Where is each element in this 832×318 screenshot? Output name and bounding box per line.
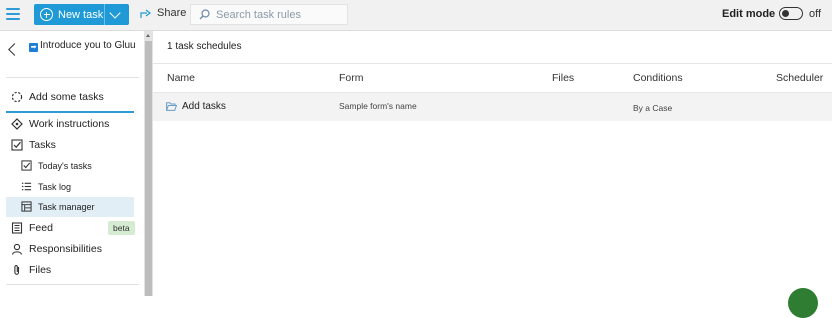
intro-label: Introduce you to Gluu [40, 40, 136, 51]
sidebar-item-add-some-tasks[interactable]: Add some tasks [11, 91, 104, 103]
sidebar-item-label: Add some tasks [29, 91, 104, 103]
sidebar-item-files[interactable]: Files [11, 264, 51, 276]
sidebar-item-label: Work instructions [29, 118, 110, 130]
sidebar-item-label: Tasks [29, 139, 56, 151]
search-input[interactable]: Search task rules [190, 4, 348, 25]
scrollbar-thumb[interactable] [145, 41, 152, 296]
new-task-label: New task [58, 8, 104, 21]
beta-badge: beta [108, 221, 135, 235]
sidebar-item-label: Feed [29, 222, 53, 234]
column-header-files[interactable]: Files [552, 72, 574, 84]
edit-mode-label: Edit mode [722, 8, 776, 20]
sidebar-item-responsibilities[interactable]: Responsibilities [11, 243, 102, 255]
edit-mode-toggle[interactable] [779, 7, 803, 20]
chevron-down-icon[interactable] [109, 7, 121, 19]
divider [6, 77, 139, 78]
share-icon [140, 9, 151, 18]
scroll-up-arrow-icon[interactable] [146, 34, 150, 37]
sidebar-item-tasks[interactable]: Tasks [11, 139, 56, 151]
hamburger-menu-icon[interactable] [6, 8, 20, 20]
person-icon [11, 243, 23, 255]
top-bar: New task Share Search task rules Edit mo… [0, 0, 832, 31]
sidebar-item-work-instructions[interactable]: Work instructions [11, 118, 109, 130]
cell-form: Sample form's name [339, 101, 417, 111]
row-name: Add tasks [182, 101, 226, 112]
paperclip-icon [14, 265, 20, 275]
toggle-knob [782, 9, 789, 17]
share-label: Share [157, 7, 187, 19]
cell-conditions: By a Case [633, 103, 673, 113]
sidebar-item-label: Responsibilities [29, 243, 102, 255]
checkbox-icon [11, 139, 23, 151]
column-header-conditions[interactable]: Conditions [633, 72, 683, 84]
table-row[interactable]: Add tasks Sample form's name By a Case [153, 93, 832, 121]
feed-icon [11, 222, 23, 234]
search-icon [199, 9, 210, 20]
sidebar-item-feed[interactable]: Feed [11, 222, 53, 234]
checkbox-icon [21, 160, 32, 171]
sidebar-item-label: Today's tasks [38, 160, 92, 171]
column-header-scheduler[interactable]: Scheduler [776, 72, 823, 84]
divider [6, 284, 139, 285]
column-header-name[interactable]: Name [167, 72, 195, 84]
sidebar: ➡ Introduce you to Gluu Add some tasks Wo… [0, 31, 144, 296]
list-icon [21, 182, 32, 191]
sidebar-item-todays-tasks[interactable]: Today's tasks [21, 160, 92, 171]
sidebar-item-task-log[interactable]: Task log [21, 181, 71, 192]
new-task-button[interactable]: New task [34, 4, 129, 25]
main-content: 1 task schedules Name Form Files Conditi… [153, 31, 832, 296]
edit-mode-state: off [809, 8, 822, 20]
back-chevron-icon[interactable] [8, 43, 21, 56]
schedule-count: 1 task schedules [167, 41, 242, 52]
cell-name: Add tasks [166, 101, 226, 112]
dashed-circle-icon [11, 91, 23, 103]
sidebar-item-label: Task manager [38, 201, 95, 212]
sidebar-scrollbar[interactable] [144, 31, 153, 296]
button-divider [104, 4, 105, 25]
sidebar-item-label: Files [29, 264, 52, 276]
arrow-right-icon: ➡ [29, 43, 38, 52]
help-chat-button[interactable] [788, 288, 818, 318]
progress-underline [6, 111, 134, 113]
share-button[interactable]: Share [140, 7, 186, 19]
plus-circle-icon [40, 8, 53, 21]
table-header: Name Form Files Conditions Scheduler [153, 63, 832, 93]
sidebar-item-label: Task log [38, 181, 72, 192]
folder-open-icon [166, 102, 177, 111]
search-placeholder: Search task rules [216, 8, 301, 21]
table-icon [21, 201, 32, 212]
sidebar-item-task-manager[interactable]: Task manager [21, 201, 95, 212]
diamond-icon [11, 118, 23, 130]
column-header-form[interactable]: Form [339, 72, 364, 84]
sidebar-header-intro[interactable]: ➡ Introduce you to Gluu [29, 40, 139, 52]
